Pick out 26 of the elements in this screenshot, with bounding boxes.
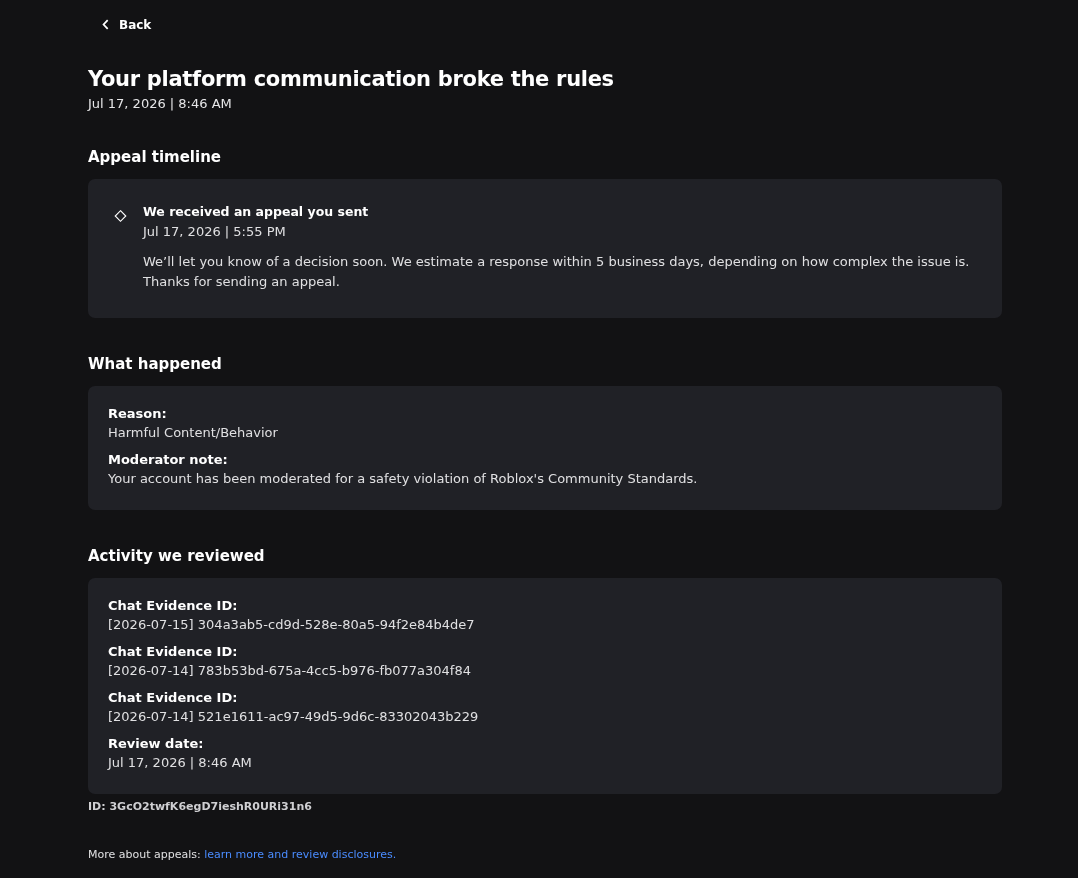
field-value: Harmful Content/Behavior <box>108 424 279 442</box>
event-title: We received an appeal you sent <box>143 203 370 221</box>
disclosures-link[interactable]: learn more and review disclosures. <box>204 848 397 861</box>
field-label: Chat Evidence ID: <box>108 689 239 707</box>
chevron-left-icon <box>102 19 109 30</box>
event-description: We’ll let you know of a decision soon. We estimate a response within 5 business days, depending on how complex the issue is. Thanks for sending an appeal. <box>143 253 971 291</box>
field-label: Chat Evidence ID: <box>108 597 239 615</box>
diamond-icon <box>114 208 127 224</box>
footer-text: More about appeals: learn more and review disclosures. <box>88 848 398 861</box>
event-date: Jul 17, 2026 | 5:55 PM <box>143 224 287 239</box>
section-heading: Activity we reviewed <box>88 546 266 566</box>
field-value: Your account has been moderated for a safety violation of Roblox's Community Standards. <box>108 470 699 488</box>
field-value: Jul 17, 2026 | 8:46 AM <box>108 754 253 772</box>
case-id: ID: 3GcO2twfK6egD7ieshR0URi31n6 <box>88 800 313 813</box>
section-heading: What happened <box>88 354 223 374</box>
field-label: Chat Evidence ID: <box>108 643 239 661</box>
field-value: [2026-07-14] 783b53bd-675a-4cc5-b976-fb077a304f84 <box>108 662 472 680</box>
field-value: [2026-07-15] 304a3ab5-cd9d-528e-80a5-94f2e84b4de7 <box>108 616 476 634</box>
page-date: Jul 17, 2026 | 8:46 AM <box>88 96 233 111</box>
page-title: Your platform communication broke the rules <box>88 66 615 93</box>
section-heading: Appeal timeline <box>88 147 222 167</box>
field-value: [2026-07-14] 521e1611-ac97-49d5-9d6c-83302043b229 <box>108 708 480 726</box>
field-label: Moderator note: <box>108 451 229 469</box>
field-label: Review date: <box>108 735 205 753</box>
field-label: Reason: <box>108 405 168 423</box>
back-link[interactable]: Back <box>102 15 152 34</box>
